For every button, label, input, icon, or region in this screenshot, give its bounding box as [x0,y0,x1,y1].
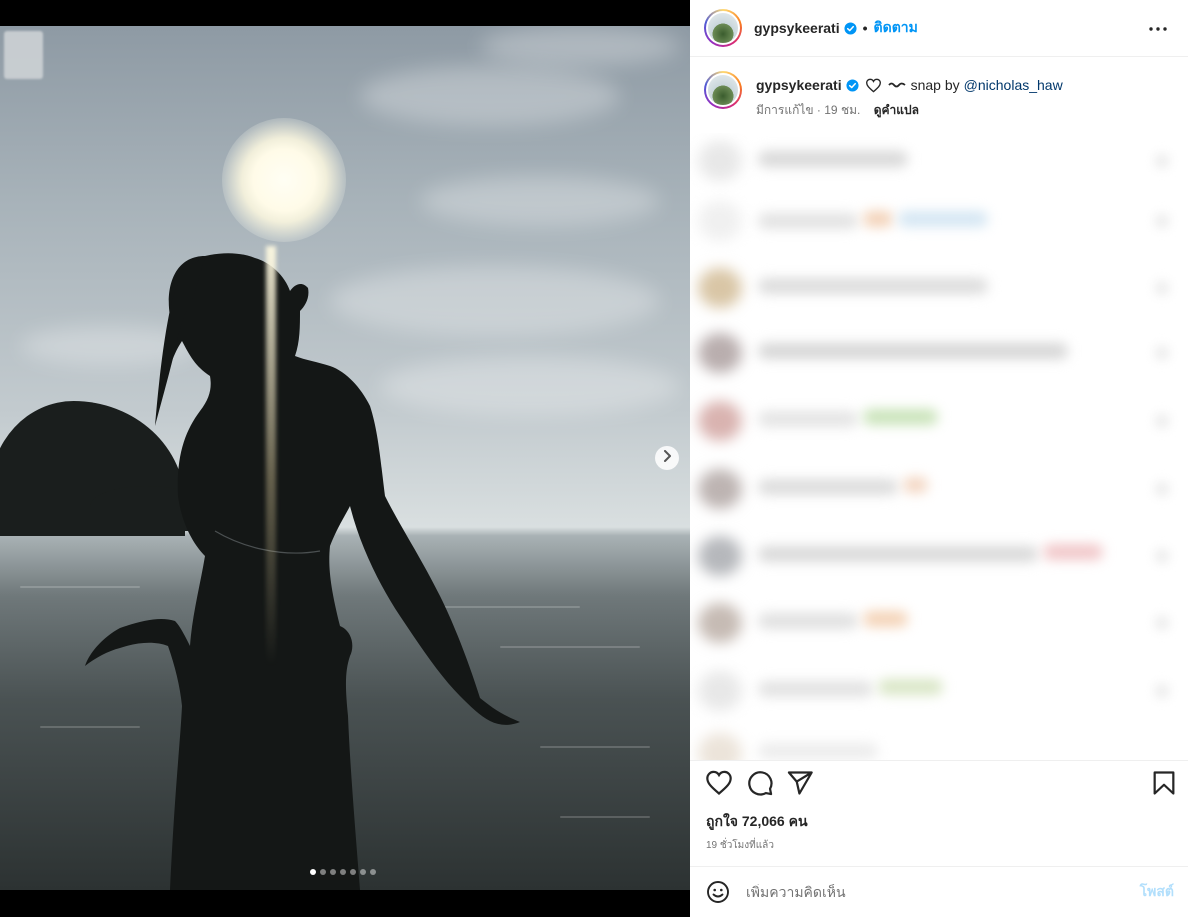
comment-row [698,268,1178,308]
post-header: gypsykeerati • ติดตาม [690,0,1188,57]
post-comment-button[interactable]: โพสต์ [1140,881,1174,903]
comment-row [698,671,1178,711]
post-media [0,0,690,917]
verified-badge-icon [844,21,857,35]
emoji-icon[interactable] [706,880,730,904]
post-photo[interactable] [0,26,690,890]
bookmark-icon[interactable] [1150,769,1178,797]
send-icon[interactable] [786,769,814,797]
chevron-right-icon [662,449,672,467]
avatar[interactable] [704,71,742,109]
comment-row [698,733,1178,760]
carousel-next-button[interactable] [655,446,679,470]
comments-list [690,133,1188,760]
verified-badge-icon [846,78,859,92]
carousel-dot [340,869,346,875]
comment-input[interactable] [746,884,1106,900]
comment-icon[interactable] [746,769,774,797]
comment-row [698,201,1178,241]
more-options-button[interactable] [1146,17,1170,41]
comment-row [698,469,1178,509]
username-link[interactable]: gypsykeerati [754,20,840,36]
post-actions: ถูกใจ 72,066 คน 19 ชั่วโมงที่แล้ว [690,760,1188,866]
caption-body: snap by [910,77,960,93]
post-side-panel: gypsykeerati • ติดตาม gypsykeerati snap … [690,0,1188,917]
heart-icon[interactable] [705,769,733,797]
wave-emoji-icon [887,82,906,88]
person-silhouette [85,253,520,890]
comment-row [698,603,1178,643]
add-comment-bar: โพสต์ [690,866,1188,917]
carousel-indicator [310,869,376,875]
carousel-dot [310,869,316,875]
edited-timestamp: มีการแก้ไข · 19 ชม. [756,103,861,117]
comment-row [698,333,1178,373]
comment-row [698,401,1178,441]
heart-outline-emoji-icon [865,78,881,93]
avatar[interactable] [704,9,742,47]
mention-link[interactable]: @nicholas_haw [964,77,1063,93]
comment-row [698,536,1178,576]
carousel-dot [320,869,326,875]
see-translation-link[interactable]: ดูคำแปล [874,103,919,117]
likes-count[interactable]: ถูกใจ 72,066 คน [706,811,808,833]
carousel-dot [370,869,376,875]
carousel-dot [350,869,356,875]
carousel-dot [330,869,336,875]
caption-meta: มีการแก้ไข · 19 ชม. ดูคำแปล [756,101,919,120]
blurred-thumbnail [4,31,43,79]
follow-button[interactable]: ติดตาม [874,17,918,39]
separator-dot: • [862,20,868,36]
caption-username[interactable]: gypsykeerati [756,77,842,93]
carousel-dot [360,869,366,875]
comment-row [698,141,1178,181]
post-time[interactable]: 19 ชั่วโมงที่แล้ว [706,838,774,853]
more-horizontal-icon [1149,27,1167,31]
